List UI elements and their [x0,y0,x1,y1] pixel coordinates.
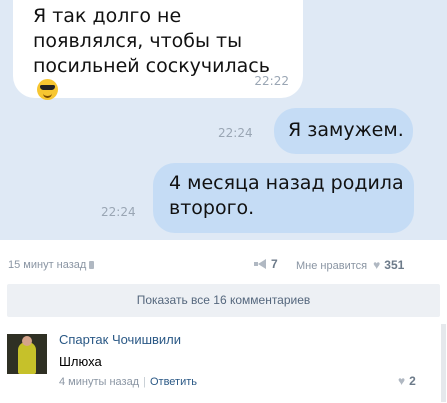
mobile-phone-icon [89,261,95,269]
like-label: Мне нравится [296,260,368,272]
sunglasses-emoji-icon [37,79,58,100]
comment-item: Спартак Чочишвили Шлюха 4 минуты назад | О… [0,322,447,403]
show-all-comments-label: Показать все 16 комментариев [136,293,311,307]
like-count: 351 [384,258,405,272]
heart-icon: ♥ [373,258,381,272]
comment-time[interactable]: 4 минуты назад [59,376,139,388]
post-time[interactable]: 15 минут назад [8,259,86,271]
megaphone-icon [254,259,266,269]
divider: | [143,376,146,388]
avatar[interactable] [7,334,47,374]
scrollbar[interactable] [441,324,446,402]
show-all-comments-button[interactable]: Показать все 16 комментариев [7,284,440,317]
outgoing-message-text: Я замужем. [288,119,404,141]
outgoing-message-bubble: 4 месяца назад родила второго. [153,163,414,233]
comment-author[interactable]: Спартак Чочишвили [59,332,181,347]
repost-button[interactable]: 7 [254,257,278,271]
outgoing-message-bubble: Я замужем. [274,108,413,154]
comment-like-button[interactable]: ♥ 2 [398,374,416,388]
comment-like-count: 2 [409,374,416,388]
repost-count: 7 [271,257,278,271]
like-button[interactable]: Мне нравится ♥ 351 [296,258,404,272]
comment-text: Шлюха [59,354,102,369]
message-time: 22:24 [101,205,136,219]
post-meta: 15 минут назад 7 Мне нравится ♥ 351 [0,240,447,276]
outgoing-message-text: 4 месяца назад родила второго. [169,172,404,219]
chat-screenshot: Я так долго не появлялся, чтобы ты посил… [0,0,447,240]
message-time: 22:22 [254,74,289,88]
message-time: 22:24 [218,126,253,140]
incoming-message-text: Я так долго не появлялся, чтобы ты посил… [33,5,270,77]
heart-icon: ♥ [398,374,406,388]
incoming-message-bubble: Я так долго не появлялся, чтобы ты посил… [13,0,303,100]
reply-button[interactable]: Ответить [150,376,197,388]
